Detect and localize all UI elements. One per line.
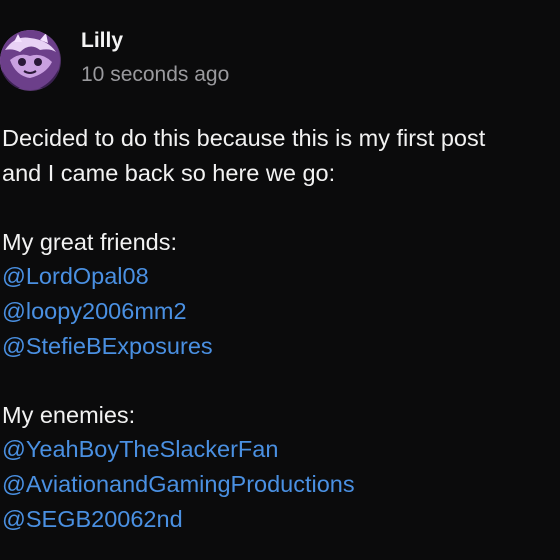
mention-link[interactable]: @LordOpal08 (2, 259, 560, 294)
mention-link[interactable]: @StefieBExposures (2, 329, 560, 364)
post: Lilly 10 seconds ago Decided to do this … (0, 0, 560, 560)
friends-heading: My great friends: (2, 228, 178, 255)
post-text-line: Decided to do this because this is my fi… (2, 125, 486, 151)
avatar-image-icon (0, 30, 60, 90)
post-text-line: and I came back so here we go: (2, 159, 336, 186)
mention-link[interactable]: @AviationandGamingProductions (2, 467, 560, 502)
author-name[interactable]: Lilly (81, 29, 123, 53)
mention-link[interactable]: @loopy2006mm2 (2, 294, 560, 329)
enemies-heading: My enemies: (2, 401, 136, 428)
mention-link[interactable]: @SEGB20062nd (2, 502, 560, 537)
user-avatar[interactable] (0, 30, 61, 91)
post-body: Decided to do this because this is my fi… (2, 121, 560, 536)
post-timestamp: 10 seconds ago (81, 63, 230, 86)
mention-link[interactable]: @YeahBoyTheSlackerFan (2, 432, 560, 467)
